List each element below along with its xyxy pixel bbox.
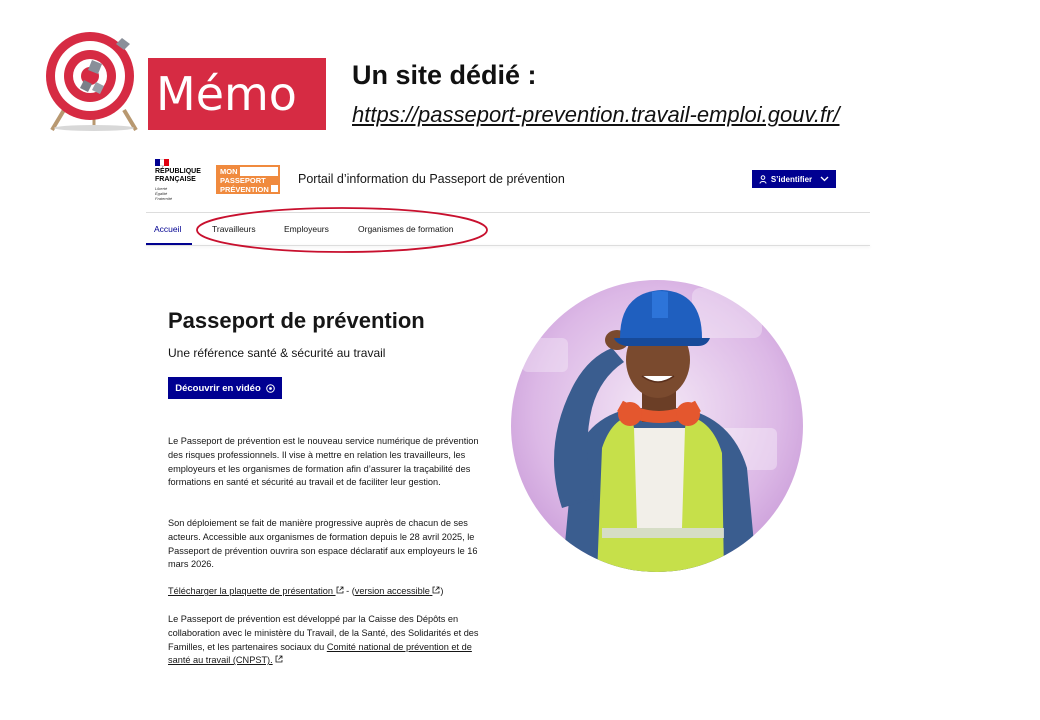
- nav-item-accueil[interactable]: Accueil: [154, 224, 181, 234]
- site-screenshot: RÉPUBLIQUE FRANÇAISE Liberté Égalité Fra…: [146, 148, 870, 708]
- hero-subtitle: Une référence santé & sécurité au travai…: [168, 346, 386, 360]
- external-link-icon: [336, 586, 343, 594]
- target-icon: [46, 32, 138, 132]
- mon-passeport-prevention-logo[interactable]: MON PASSEPORT PRÉVENTION: [216, 165, 280, 194]
- portal-title: Portail d’information du Passeport de pr…: [298, 172, 565, 186]
- play-circle-icon: [265, 383, 275, 393]
- worker-hardhat-photo: [511, 280, 803, 572]
- chevron-down-icon: [820, 176, 829, 182]
- memo-banner: Mémo: [148, 58, 326, 130]
- republic-name: RÉPUBLIQUE FRANÇAISE: [155, 168, 201, 183]
- partners-paragraph: Le Passeport de prévention est développé…: [168, 614, 479, 666]
- download-brochure-link[interactable]: Télécharger la plaquette de présentation: [168, 586, 344, 596]
- memo-title: Un site dédié :: [352, 60, 537, 90]
- highlight-ellipse: [196, 207, 488, 253]
- intro-paragraph: Le Passeport de prévention est le nouvea…: [168, 436, 479, 488]
- site-url-link[interactable]: https://passeport-prevention.travail-emp…: [352, 102, 840, 128]
- deployment-paragraph: Son déploiement se fait de manière progr…: [168, 518, 478, 570]
- accessible-version-link[interactable]: version accessible: [355, 586, 441, 596]
- user-icon: [759, 174, 767, 184]
- republique-francaise-logo[interactable]: RÉPUBLIQUE FRANÇAISE Liberté Égalité Fra…: [155, 159, 205, 201]
- login-button[interactable]: S’identifier: [752, 170, 836, 188]
- external-link-icon: [275, 655, 283, 663]
- login-button-label: S’identifier: [770, 174, 813, 184]
- video-button-label: Découvrir en vidéo: [175, 382, 261, 394]
- republic-motto: Liberté Égalité Fraternité: [155, 186, 173, 201]
- hero-title: Passeport de prévention: [168, 308, 425, 333]
- download-line: Télécharger la plaquette de présentation…: [168, 586, 444, 596]
- discover-video-button[interactable]: Découvrir en vidéo: [168, 377, 282, 399]
- french-flag-icon: [155, 159, 170, 166]
